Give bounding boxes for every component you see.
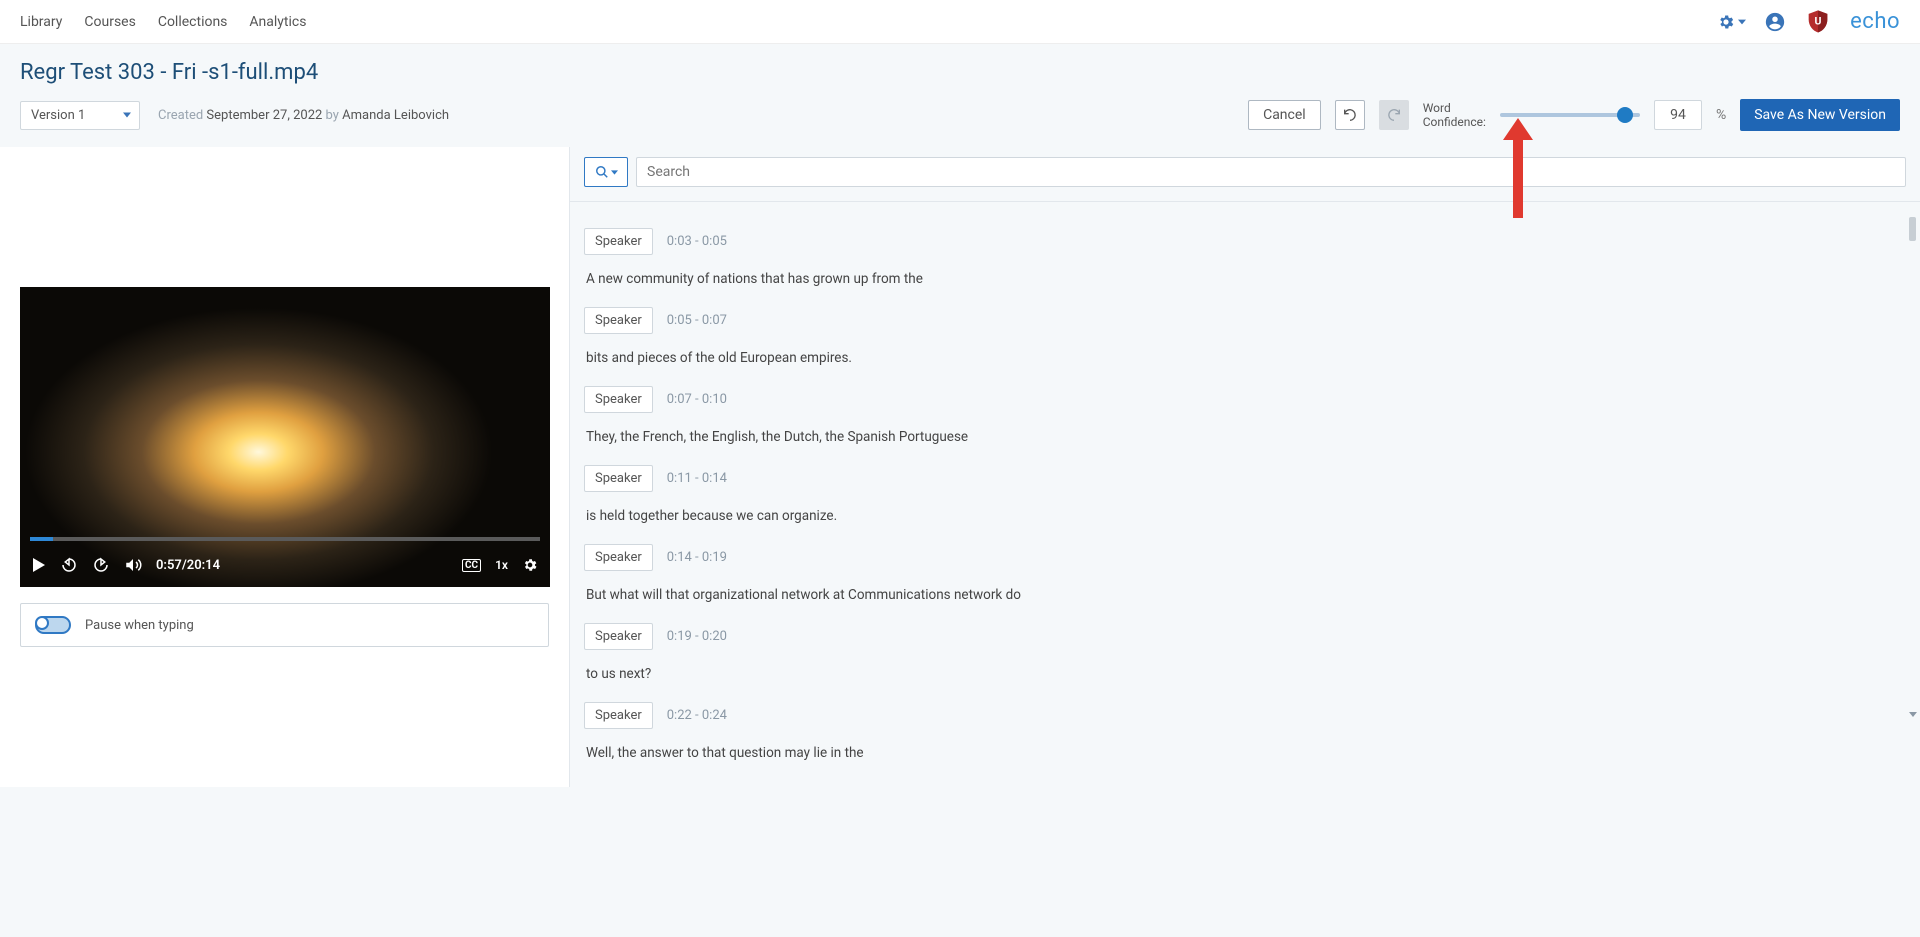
player-settings-button[interactable] — [522, 557, 538, 573]
segment-text[interactable]: A new community of nations that has grow… — [584, 255, 1906, 299]
speaker-button[interactable]: Speaker — [584, 307, 653, 334]
segment-time: 0:03 - 0:05 — [667, 234, 727, 249]
video-controls: 0:57/20:14 CC 1x — [20, 543, 550, 587]
video-player[interactable]: 0:57/20:14 CC 1x — [20, 287, 550, 587]
skip-back-icon — [60, 556, 78, 574]
search-input[interactable] — [636, 157, 1906, 187]
redo-button — [1379, 100, 1409, 130]
confidence-slider-wrap — [1500, 113, 1640, 117]
search-icon — [595, 165, 609, 179]
page-title: Regr Test 303 - Fri -s1-full.mp4 — [20, 60, 1900, 85]
redo-icon — [1386, 107, 1402, 123]
transcript-panel: Speaker 0:03 - 0:05 A new community of nat… — [570, 147, 1920, 762]
svg-text:U: U — [1815, 14, 1822, 27]
segment-text[interactable]: bits and pieces of the old European empi… — [584, 334, 1906, 378]
echo-logo[interactable]: echo — [1850, 9, 1900, 34]
speaker-button[interactable]: Speaker — [584, 544, 653, 571]
segment-text[interactable]: Well, the answer to that question may li… — [584, 729, 1906, 762]
shield-icon: U — [1804, 8, 1832, 36]
percent-sign: % — [1716, 107, 1726, 123]
version-dropdown[interactable]: Version 1 — [20, 101, 140, 130]
search-mode-dropdown[interactable] — [584, 157, 628, 187]
nav-analytics[interactable]: Analytics — [249, 14, 306, 30]
pause-when-typing: Pause when typing — [20, 603, 549, 647]
segment-text[interactable]: They, the French, the English, the Dutch… — [584, 413, 1906, 457]
word-confidence-label: WordConfidence: — [1423, 101, 1486, 130]
skip-fwd-button[interactable] — [92, 556, 110, 574]
segment-time: 0:05 - 0:07 — [667, 313, 727, 328]
pause-toggle[interactable] — [35, 616, 71, 634]
speaker-button[interactable]: Speaker — [584, 623, 653, 650]
video-progress[interactable] — [30, 537, 540, 541]
institution-logo[interactable]: U — [1804, 8, 1832, 36]
nav-collections[interactable]: Collections — [158, 14, 228, 30]
created-author: Amanda Leibovich — [342, 108, 449, 123]
volume-icon — [124, 556, 142, 574]
cancel-button[interactable]: Cancel — [1248, 100, 1321, 130]
skip-fwd-icon — [92, 556, 110, 574]
segment-text[interactable]: But what will that organizational networ… — [584, 571, 1906, 615]
transcript-list[interactable]: Speaker 0:03 - 0:05 A new community of nat… — [570, 202, 1920, 762]
segment-time: 0:07 - 0:10 — [667, 392, 727, 407]
speaker-button[interactable]: Speaker — [584, 386, 653, 413]
play-icon — [32, 558, 46, 572]
pause-label: Pause when typing — [85, 618, 194, 633]
skip-back-button[interactable] — [60, 556, 78, 574]
segment-time: 0:11 - 0:14 — [667, 471, 727, 486]
speaker-button[interactable]: Speaker — [584, 465, 653, 492]
top-nav: Library Courses Collections Analytics U … — [0, 0, 1920, 44]
nav-courses[interactable]: Courses — [84, 14, 135, 30]
created-meta: Created September 27, 2022 by Amanda Lei… — [158, 108, 449, 123]
account-icon — [1764, 11, 1786, 33]
confidence-input[interactable] — [1654, 100, 1702, 130]
segment-time: 0:22 - 0:24 — [667, 708, 727, 723]
play-button[interactable] — [32, 558, 46, 572]
created-prefix: Created — [158, 108, 206, 123]
gear-icon — [522, 557, 538, 573]
segment-text[interactable]: is held together because we can organize… — [584, 492, 1906, 536]
nav-library[interactable]: Library — [20, 14, 62, 30]
progress-fill — [30, 537, 53, 541]
account-button[interactable] — [1764, 11, 1786, 33]
confidence-slider[interactable] — [1500, 113, 1640, 117]
undo-icon — [1342, 107, 1358, 123]
speaker-button[interactable]: Speaker — [584, 228, 653, 255]
volume-button[interactable] — [124, 556, 142, 574]
caret-down-icon — [611, 169, 618, 176]
settings-menu[interactable] — [1717, 13, 1746, 31]
segment-time: 0:14 - 0:19 — [667, 550, 727, 565]
speaker-button[interactable]: Speaker — [584, 702, 653, 729]
video-frame — [20, 287, 550, 587]
segment-text[interactable]: to us next? — [584, 650, 1906, 694]
created-by-sep: by — [322, 108, 342, 123]
speed-button[interactable]: 1x — [495, 558, 508, 572]
nav-links: Library Courses Collections Analytics — [20, 14, 306, 30]
undo-button[interactable] — [1335, 100, 1365, 130]
toggle-knob — [35, 616, 49, 630]
segment-time: 0:19 - 0:20 — [667, 629, 727, 644]
caret-down-icon — [1738, 18, 1746, 26]
video-time: 0:57/20:14 — [156, 558, 220, 573]
save-as-new-version-button[interactable]: Save As New Version — [1740, 99, 1900, 131]
nav-actions: U echo — [1717, 8, 1900, 36]
created-date: September 27, 2022 — [206, 108, 322, 123]
gear-icon — [1717, 13, 1735, 31]
video-panel: 0:57/20:14 CC 1x Pause when typing — [0, 147, 570, 787]
cc-button[interactable]: CC — [462, 559, 481, 572]
